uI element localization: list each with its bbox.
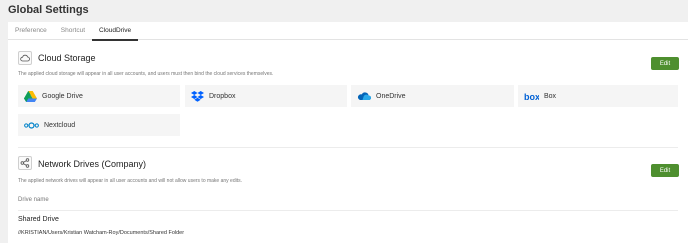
network-drives-title: Network Drives (Company): [38, 159, 147, 169]
box-icon: box: [524, 92, 539, 101]
cloud-provider-dropbox[interactable]: Dropbox: [185, 85, 347, 107]
cloud-icon: [18, 51, 32, 65]
drive-path: //KRISTIAN/Users/Kristian Watcham-Roy/Do…: [18, 230, 185, 236]
tab-clouddrive[interactable]: CloudDrive: [92, 22, 139, 41]
cloud-provider-onedrive[interactable]: OneDrive: [351, 85, 514, 107]
section-divider: [18, 147, 678, 148]
drive-name: Shared Drive: [18, 216, 59, 223]
cloud-provider-label: OneDrive: [376, 92, 406, 100]
cloud-provider-nextcloud[interactable]: Nextcloud: [18, 114, 180, 136]
network-drives-description: The applied network drives will appear i…: [18, 178, 243, 184]
cloud-provider-google-drive[interactable]: Google Drive: [18, 85, 180, 107]
settings-panel: Preference Shortcut CloudDrive Cloud Sto…: [8, 22, 688, 243]
drive-name-column-header: Drive name: [18, 197, 49, 203]
cloud-provider-label: Google Drive: [42, 92, 83, 100]
nextcloud-icon: [24, 121, 39, 129]
cloud-storage-title: Cloud Storage: [38, 53, 96, 63]
cloud-provider-box[interactable]: box Box: [518, 85, 678, 107]
cloud-provider-label: Box: [544, 92, 557, 100]
page-title: Global Settings: [8, 4, 89, 16]
svg-text:box: box: [524, 92, 539, 101]
table-header-divider: [18, 210, 678, 211]
google-drive-icon: [24, 90, 37, 102]
cloud-storage-edit-button[interactable]: Edit: [651, 57, 679, 70]
onedrive-icon: [357, 92, 371, 100]
share-icon: [18, 156, 32, 170]
tab-bar: Preference Shortcut CloudDrive: [8, 22, 688, 41]
dropbox-icon: [191, 90, 204, 102]
cloud-storage-description: The applied cloud storage will appear in…: [18, 71, 274, 77]
tab-preference[interactable]: Preference: [8, 22, 54, 40]
tab-shortcut[interactable]: Shortcut: [54, 22, 92, 40]
network-drives-edit-button[interactable]: Edit: [651, 164, 679, 177]
cloud-provider-label: Dropbox: [209, 92, 236, 100]
cloud-provider-label: Nextcloud: [44, 121, 76, 129]
